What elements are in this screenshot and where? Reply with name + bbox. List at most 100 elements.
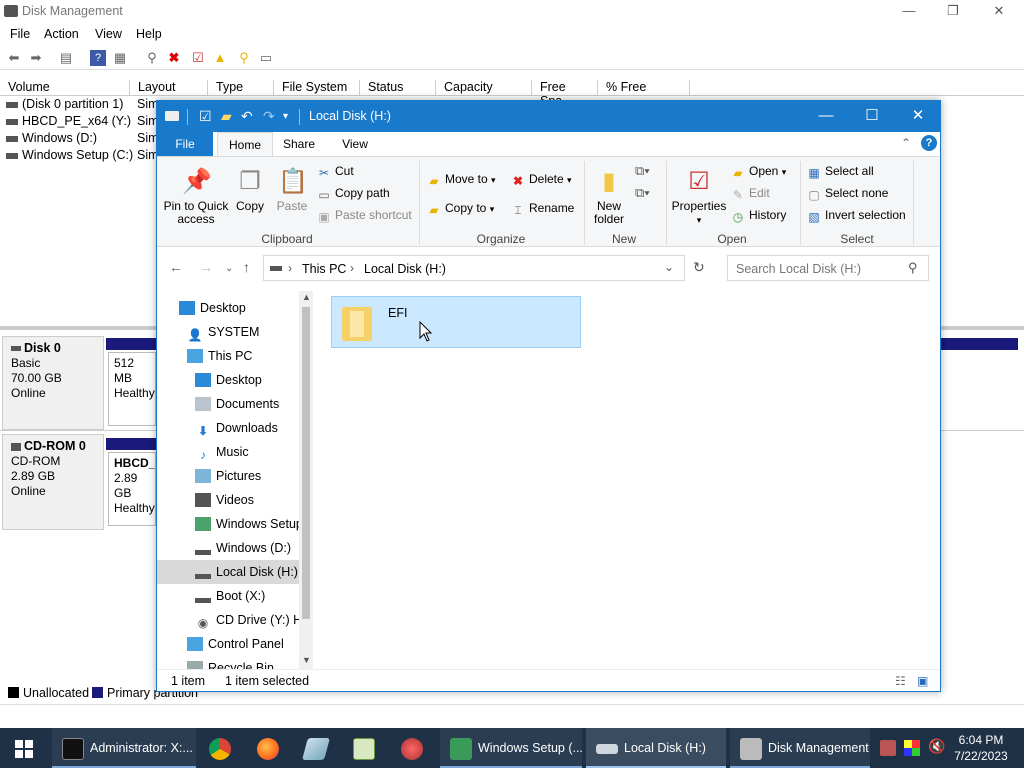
col-layout[interactable]: Layout [130,80,208,96]
nav-item-windows-d[interactable]: Windows (D:) [195,536,313,560]
taskbar-notepad[interactable] [344,728,384,768]
copy-path-button[interactable]: ▭ Copy path [317,185,389,202]
up-arrow-icon[interactable]: ↑ [243,259,250,275]
tab-home[interactable]: Home [217,132,273,156]
nav-item-documents[interactable]: Documents [195,392,313,416]
nav-item-local-disk-h[interactable]: Local Disk (H:) [157,560,299,584]
nav-item-this-pc[interactable]: This PC [187,344,313,368]
settings-icon[interactable]: ▭ [258,50,274,66]
dm-close-button[interactable]: ✕ [976,2,1022,22]
details-view-icon[interactable]: ☷ [895,674,906,688]
search-folder-icon[interactable]: ⚲ [236,50,252,66]
volume-row[interactable]: Windows (D:) [6,131,97,145]
nav-item-desktop-pc[interactable]: Desktop [195,368,313,392]
folder-item-efi[interactable]: EFI [331,296,581,348]
tray-color-icon[interactable] [904,740,920,756]
scroll-up-icon[interactable]: ▲ [302,292,311,302]
back-arrow-icon[interactable]: ⬅ [6,50,22,66]
dm-maximize-button[interactable]: ❐ [930,2,976,22]
delete-icon[interactable]: ✖ [166,50,182,66]
new-item-icon[interactable]: ⧉▾ [635,163,650,179]
help-icon[interactable]: ? [921,135,937,151]
undo-icon[interactable]: ↶ [241,108,253,125]
menu-help[interactable]: Help [136,27,162,41]
address-bar[interactable]: › This PC › Local Disk (H:) ⌄ [263,255,685,281]
menu-action[interactable]: Action [44,27,79,41]
delete-button[interactable]: ✖ Delete ▾ [511,171,572,188]
properties-check-icon[interactable]: ☑ [199,108,212,125]
col-volume[interactable]: Volume [0,80,130,96]
menu-file[interactable]: File [10,27,30,41]
col-free-space[interactable]: Free Spa... [532,80,598,108]
col-capacity[interactable]: Capacity [436,80,532,96]
help-icon[interactable]: ? [90,50,106,66]
nav-item-boot-x[interactable]: Boot (X:) [195,584,313,608]
col-type[interactable]: Type [208,80,274,96]
paste-button[interactable]: 📋 Paste [273,167,311,213]
taskbar-chrome[interactable] [200,728,240,768]
refresh-icon[interactable]: ↻ [693,259,705,276]
taskbar-item-local-disk[interactable]: Local Disk (H:) [586,728,726,768]
taskbar-item-windows-setup[interactable]: Windows Setup (... [440,728,583,768]
view-icon[interactable]: ▤ [58,50,74,66]
volume-row[interactable]: Windows Setup (C:) [6,148,133,162]
explorer-title-bar[interactable]: ☑ ▰ ↶ ↷ ▾ Local Disk (H:) — ☐ ✕ [157,101,940,132]
connect-icon[interactable]: ⚲ [144,50,160,66]
invert-selection-button[interactable]: ▧ Invert selection [807,207,905,224]
breadcrumb-this-pc[interactable]: This PC [302,262,346,276]
nav-item-control-panel[interactable]: Control Panel [187,632,313,656]
breadcrumb-local-disk[interactable]: Local Disk (H:) [364,262,446,276]
new-folder-icon[interactable]: ▰ [221,108,232,125]
search-icon[interactable]: ⚲ [908,260,918,276]
minimize-button[interactable]: — [803,101,849,132]
scroll-down-icon[interactable]: ▼ [302,655,311,665]
copy-button[interactable]: ❐ Copy [233,167,267,213]
collapse-ribbon-icon[interactable]: ⌃ [901,136,911,150]
pin-to-quick-access-button[interactable]: 📌 Pin to Quick access [163,167,229,226]
volume-row[interactable]: HBCD_PE_x64 (Y:) [6,114,131,128]
address-dropdown-icon[interactable]: ⌄ [664,260,674,274]
new-folder-button[interactable]: ▮ New folder [589,167,629,226]
close-button[interactable]: ✕ [895,101,941,132]
large-icons-view-icon[interactable]: ▣ [917,674,928,688]
nav-scrollbar[interactable]: ▲ ▼ [299,291,313,669]
folder-up-icon[interactable]: ▲ [212,50,228,66]
col-percent-free[interactable]: % Free [598,80,690,96]
nav-item-cd-drive-y[interactable]: ◉ CD Drive (Y:) H [195,608,299,632]
taskbar-item-disk-management[interactable]: Disk Management [730,728,870,768]
scroll-thumb[interactable] [302,307,310,619]
clock[interactable]: 6:04 PM 7/22/2023 [950,732,1012,764]
edit-button[interactable]: ✎ Edit [731,185,770,202]
taskbar-app-blue[interactable] [296,728,336,768]
nav-item-videos[interactable]: Videos [195,488,313,512]
redo-icon[interactable]: ↷ [263,108,275,125]
recent-locations-chevron-icon[interactable]: ⌄ [225,263,233,274]
breadcrumb-separator-icon[interactable]: › [288,261,292,275]
search-input[interactable]: Search Local Disk (H:) ⚲ [727,255,929,281]
nav-item-music[interactable]: ♪ Music [195,440,313,464]
col-status[interactable]: Status [360,80,436,96]
volume-row[interactable]: (Disk 0 partition 1) [6,97,123,111]
nav-item-windows-setup[interactable]: Windows Setup [195,512,299,536]
nav-item-pictures[interactable]: Pictures [195,464,313,488]
dm-minimize-button[interactable]: — [886,2,932,22]
taskbar-tool[interactable] [392,728,432,768]
properties-icon[interactable]: ▦ [112,50,128,66]
select-none-button[interactable]: ▢ Select none [807,185,888,202]
menu-view[interactable]: View [95,27,122,41]
history-button[interactable]: ◷ History [731,207,787,224]
forward-arrow-icon[interactable]: ➡ [28,50,44,66]
partition-block[interactable]: 512 MB Healthy [108,352,156,426]
nav-item-desktop[interactable]: Desktop [179,296,313,320]
properties-button[interactable]: ☑ Properties ▾ [669,167,729,227]
easy-access-icon[interactable]: ⧉▾ [635,185,650,201]
nav-item-downloads[interactable]: ⬇ Downloads [195,416,313,440]
volume-muted-icon[interactable]: 🔇 [928,738,945,755]
cut-button[interactable]: ✂ Cut [317,163,354,180]
tray-network-icon[interactable] [880,740,896,756]
disk-0-info[interactable]: Disk 0 Basic 70.00 GB Online [2,336,104,430]
open-button[interactable]: ▰ Open ▾ [731,163,786,180]
tab-file[interactable]: File [157,132,213,156]
back-arrow-icon[interactable]: ← [169,259,183,275]
copy-to-button[interactable]: ▰ Copy to ▾ [427,200,494,217]
